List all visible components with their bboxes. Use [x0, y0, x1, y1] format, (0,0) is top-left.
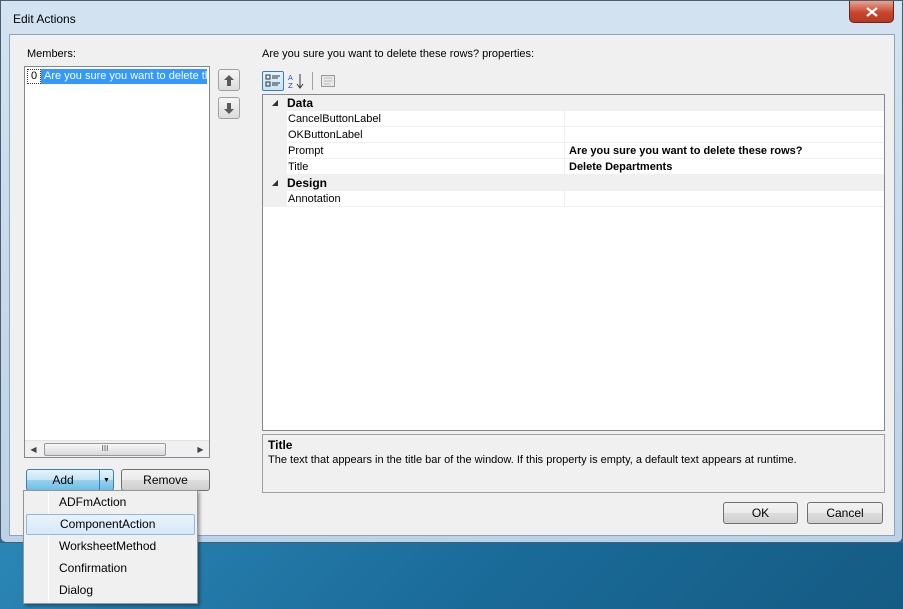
- menu-item-confirmation[interactable]: Confirmation: [26, 558, 195, 579]
- categorized-icon: [265, 74, 280, 87]
- property-name: Title: [287, 159, 565, 175]
- svg-text:Z: Z: [288, 82, 293, 89]
- members-list[interactable]: 0 Are you sure you want to delete these …: [24, 66, 210, 458]
- menu-item-componentaction[interactable]: ComponentAction: [26, 514, 195, 535]
- menu-item-worksheetmethod[interactable]: WorksheetMethod: [26, 536, 195, 557]
- property-row[interactable]: CancelButtonLabel: [263, 111, 884, 127]
- properties-label: Are you sure you want to delete these ro…: [262, 48, 535, 60]
- edit-actions-dialog: Edit Actions Members: 0 Are you sure you…: [0, 0, 903, 543]
- add-button[interactable]: Add: [27, 470, 99, 490]
- list-item[interactable]: 0 Are you sure you want to delete these …: [27, 69, 207, 84]
- help-description: The text that appears in the title bar o…: [268, 454, 797, 466]
- scroll-thumb[interactable]: III: [44, 443, 166, 456]
- members-horizontal-scrollbar[interactable]: ◀ III ▶: [25, 440, 209, 457]
- arrow-up-icon: [224, 74, 234, 86]
- property-grid-toolbar: A Z: [262, 70, 341, 92]
- menu-item-adfmaction[interactable]: ADFmAction: [26, 492, 195, 513]
- property-name: Annotation: [287, 191, 565, 207]
- property-pages-icon: [321, 75, 335, 87]
- property-row[interactable]: Prompt Are you sure you want to delete t…: [263, 143, 884, 159]
- add-dropdown-menu: ADFmAction ComponentAction WorksheetMeth…: [23, 490, 198, 604]
- close-button[interactable]: [849, 1, 894, 23]
- member-index: 0: [27, 69, 41, 84]
- property-value[interactable]: [565, 111, 884, 127]
- chevron-down-icon[interactable]: ▼: [99, 470, 113, 490]
- svg-text:A: A: [288, 74, 293, 82]
- property-grid[interactable]: ◢ Data CancelButtonLabel OKButtonLabel P…: [262, 94, 885, 431]
- property-value[interactable]: [565, 191, 884, 207]
- ok-button[interactable]: OK: [723, 502, 798, 524]
- sort-alpha-icon: A Z: [288, 74, 304, 89]
- toolbar-separator: [312, 72, 313, 90]
- property-value[interactable]: [565, 127, 884, 143]
- property-value[interactable]: Are you sure you want to delete these ro…: [565, 143, 884, 159]
- arrow-down-icon: [224, 102, 234, 114]
- move-up-button[interactable]: [218, 69, 240, 91]
- property-value[interactable]: Delete Departments: [565, 159, 884, 175]
- scroll-right-icon[interactable]: ▶: [192, 441, 209, 457]
- property-row[interactable]: Title Delete Departments: [263, 159, 884, 175]
- category-row[interactable]: ◢ Data: [263, 95, 884, 111]
- property-row[interactable]: OKButtonLabel: [263, 127, 884, 143]
- category-label: Data: [287, 95, 884, 111]
- window-title: Edit Actions: [13, 12, 76, 26]
- property-name: OKButtonLabel: [287, 127, 565, 143]
- collapse-icon[interactable]: ◢: [263, 175, 287, 191]
- alphabetical-button[interactable]: A Z: [286, 71, 308, 91]
- collapse-icon[interactable]: ◢: [263, 95, 287, 111]
- property-row[interactable]: Annotation: [263, 191, 884, 207]
- add-split-button[interactable]: Add ▼: [26, 469, 114, 491]
- category-row[interactable]: ◢ Design: [263, 175, 884, 191]
- menu-item-dialog[interactable]: Dialog: [26, 580, 195, 601]
- remove-button[interactable]: Remove: [121, 469, 210, 491]
- members-label: Members:: [27, 48, 76, 60]
- property-name: Prompt: [287, 143, 565, 159]
- property-help-panel: Title The text that appears in the title…: [262, 434, 885, 493]
- close-x-icon: [865, 6, 878, 17]
- dialog-client-area: Members: 0 Are you sure you want to dele…: [9, 34, 895, 536]
- property-pages-button[interactable]: [317, 71, 339, 91]
- member-text: Are you sure you want to delete these ro…: [41, 69, 207, 84]
- category-label: Design: [287, 175, 884, 191]
- help-title: Title: [268, 438, 293, 452]
- cancel-button[interactable]: Cancel: [807, 502, 883, 524]
- property-name: CancelButtonLabel: [287, 111, 565, 127]
- categorized-button[interactable]: [262, 71, 284, 91]
- scroll-left-icon[interactable]: ◀: [25, 441, 42, 457]
- move-down-button[interactable]: [218, 97, 240, 119]
